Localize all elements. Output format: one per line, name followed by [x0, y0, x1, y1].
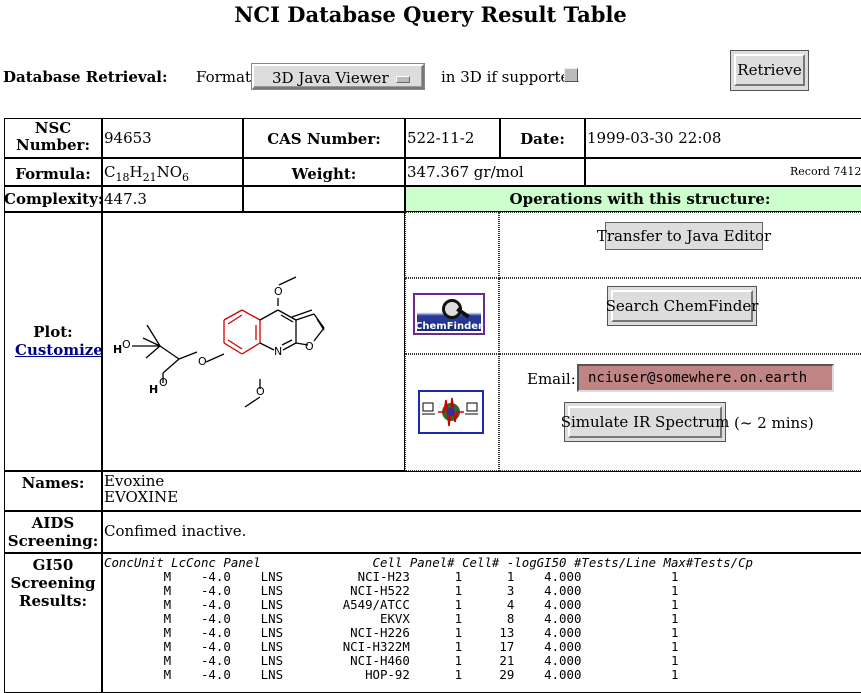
- gi50-row: M -4.0 LNS NCI-H522 1 3 4.000 1: [104, 583, 679, 598]
- gi50-header-row: ConcUnit LcConc Panel Cell Panel# Cell# …: [104, 556, 754, 570]
- customize-link[interactable]: Customize: [15, 341, 103, 359]
- gi50-row: M -4.0 LNS NCI-H226 1 13 4.000 1: [104, 625, 679, 640]
- atom-o-methoxy-bottom: O: [256, 385, 265, 398]
- names-value-cell: [102, 471, 861, 511]
- ir-time-note: (~ 2 mins): [734, 414, 814, 432]
- nsc-value: 94653: [104, 129, 152, 147]
- page-title: NCI Database Query Result Table: [234, 2, 627, 27]
- weight-label: Weight:: [291, 165, 357, 183]
- cas-value: 522-11-2: [407, 129, 475, 147]
- gi50-row: M -4.0 LNS NCI-H460 1 21 4.000 1: [104, 653, 679, 668]
- gi50-row: M -4.0 LNS NCI-H322M 1 17 4.000 1: [104, 639, 679, 654]
- record-number: Record 7412: [790, 165, 861, 178]
- in3d-label: in 3D if supported: [441, 68, 579, 86]
- chemfinder-logo-text: ChemFinder: [415, 321, 483, 332]
- plot-label: Plot:: [33, 323, 73, 341]
- chemfinder-logo[interactable]: ChemFinder: [413, 293, 485, 335]
- atom-o-ether: O: [198, 355, 207, 368]
- name-item: EVOXINE: [104, 488, 179, 506]
- format-label: Format:: [196, 68, 257, 86]
- aids-label: AIDS Screening:: [7, 514, 99, 550]
- format-select-value: 3D Java Viewer: [272, 69, 389, 87]
- complexity-label: Complexity:: [4, 190, 104, 208]
- format-select[interactable]: 3D Java Viewer: [252, 64, 424, 89]
- weight-value: 347.367 gr/mol: [407, 163, 524, 181]
- gi50-results-table: ConcUnit LcConc Panel Cell Panel# Cell# …: [104, 556, 861, 682]
- search-chemfinder-button[interactable]: Search ChemFinder: [606, 290, 758, 322]
- formula-value: C18H21NO6: [104, 163, 190, 184]
- atom-h1: H: [113, 343, 122, 356]
- gi50-row: M -4.0 LNS A549/ATCC 1 4 4.000 1: [104, 597, 679, 612]
- cas-label: CAS Number:: [267, 130, 381, 148]
- operations-header: Operations with this structure:: [509, 190, 771, 208]
- date-label: Date:: [520, 130, 565, 148]
- retrieve-button[interactable]: Retrieve: [734, 54, 805, 86]
- names-list: Evoxine EVOXINE: [104, 473, 178, 505]
- aids-value: Confimed inactive.: [104, 522, 247, 540]
- simulate-ir-button[interactable]: Simulate IR Spectrum: [561, 406, 729, 438]
- dropdown-indicator-icon: [396, 76, 410, 83]
- ir-spectrum-icon[interactable]: [418, 390, 484, 434]
- molecule-structure: O O N O O H O H O: [113, 276, 325, 408]
- formula-label: Formula:: [15, 165, 91, 183]
- atom-o-hydroxy2: O: [159, 376, 168, 389]
- database-retrieval-label: Database Retrieval:: [3, 68, 168, 86]
- atom-o-methoxy-top: O: [274, 285, 283, 298]
- date-value: 1999-03-30 22:08: [587, 129, 722, 147]
- ops-icon-cell-1: [405, 212, 499, 278]
- transfer-java-editor-button[interactable]: Transfer to Java Editor: [597, 222, 771, 250]
- email-input[interactable]: nciuser@somewhere.on.earth: [577, 364, 834, 392]
- gi50-row: M -4.0 LNS EKVX 1 8 4.000 1: [104, 611, 679, 626]
- atom-n: N: [274, 345, 282, 358]
- email-label: Email:: [527, 370, 576, 388]
- in3d-checkbox[interactable]: [564, 68, 578, 82]
- complexity-value: 447.3: [104, 190, 147, 208]
- atom-o-hydroxy1: O: [122, 338, 131, 351]
- empty-cell: [243, 186, 405, 212]
- nsc-label: NSC Number:: [16, 119, 90, 154]
- name-item: Evoxine: [104, 472, 165, 490]
- atom-o-furan: O: [305, 340, 314, 353]
- atom-h2: H: [149, 383, 158, 396]
- gi50-row: M -4.0 LNS NCI-H23 1 1 4.000 1: [104, 569, 679, 584]
- gi50-row: M -4.0 LNS HOP-92 1 29 4.000 1: [104, 667, 679, 682]
- names-label: Names:: [21, 474, 85, 492]
- gi50-label: GI50 Screening Results:: [10, 556, 96, 610]
